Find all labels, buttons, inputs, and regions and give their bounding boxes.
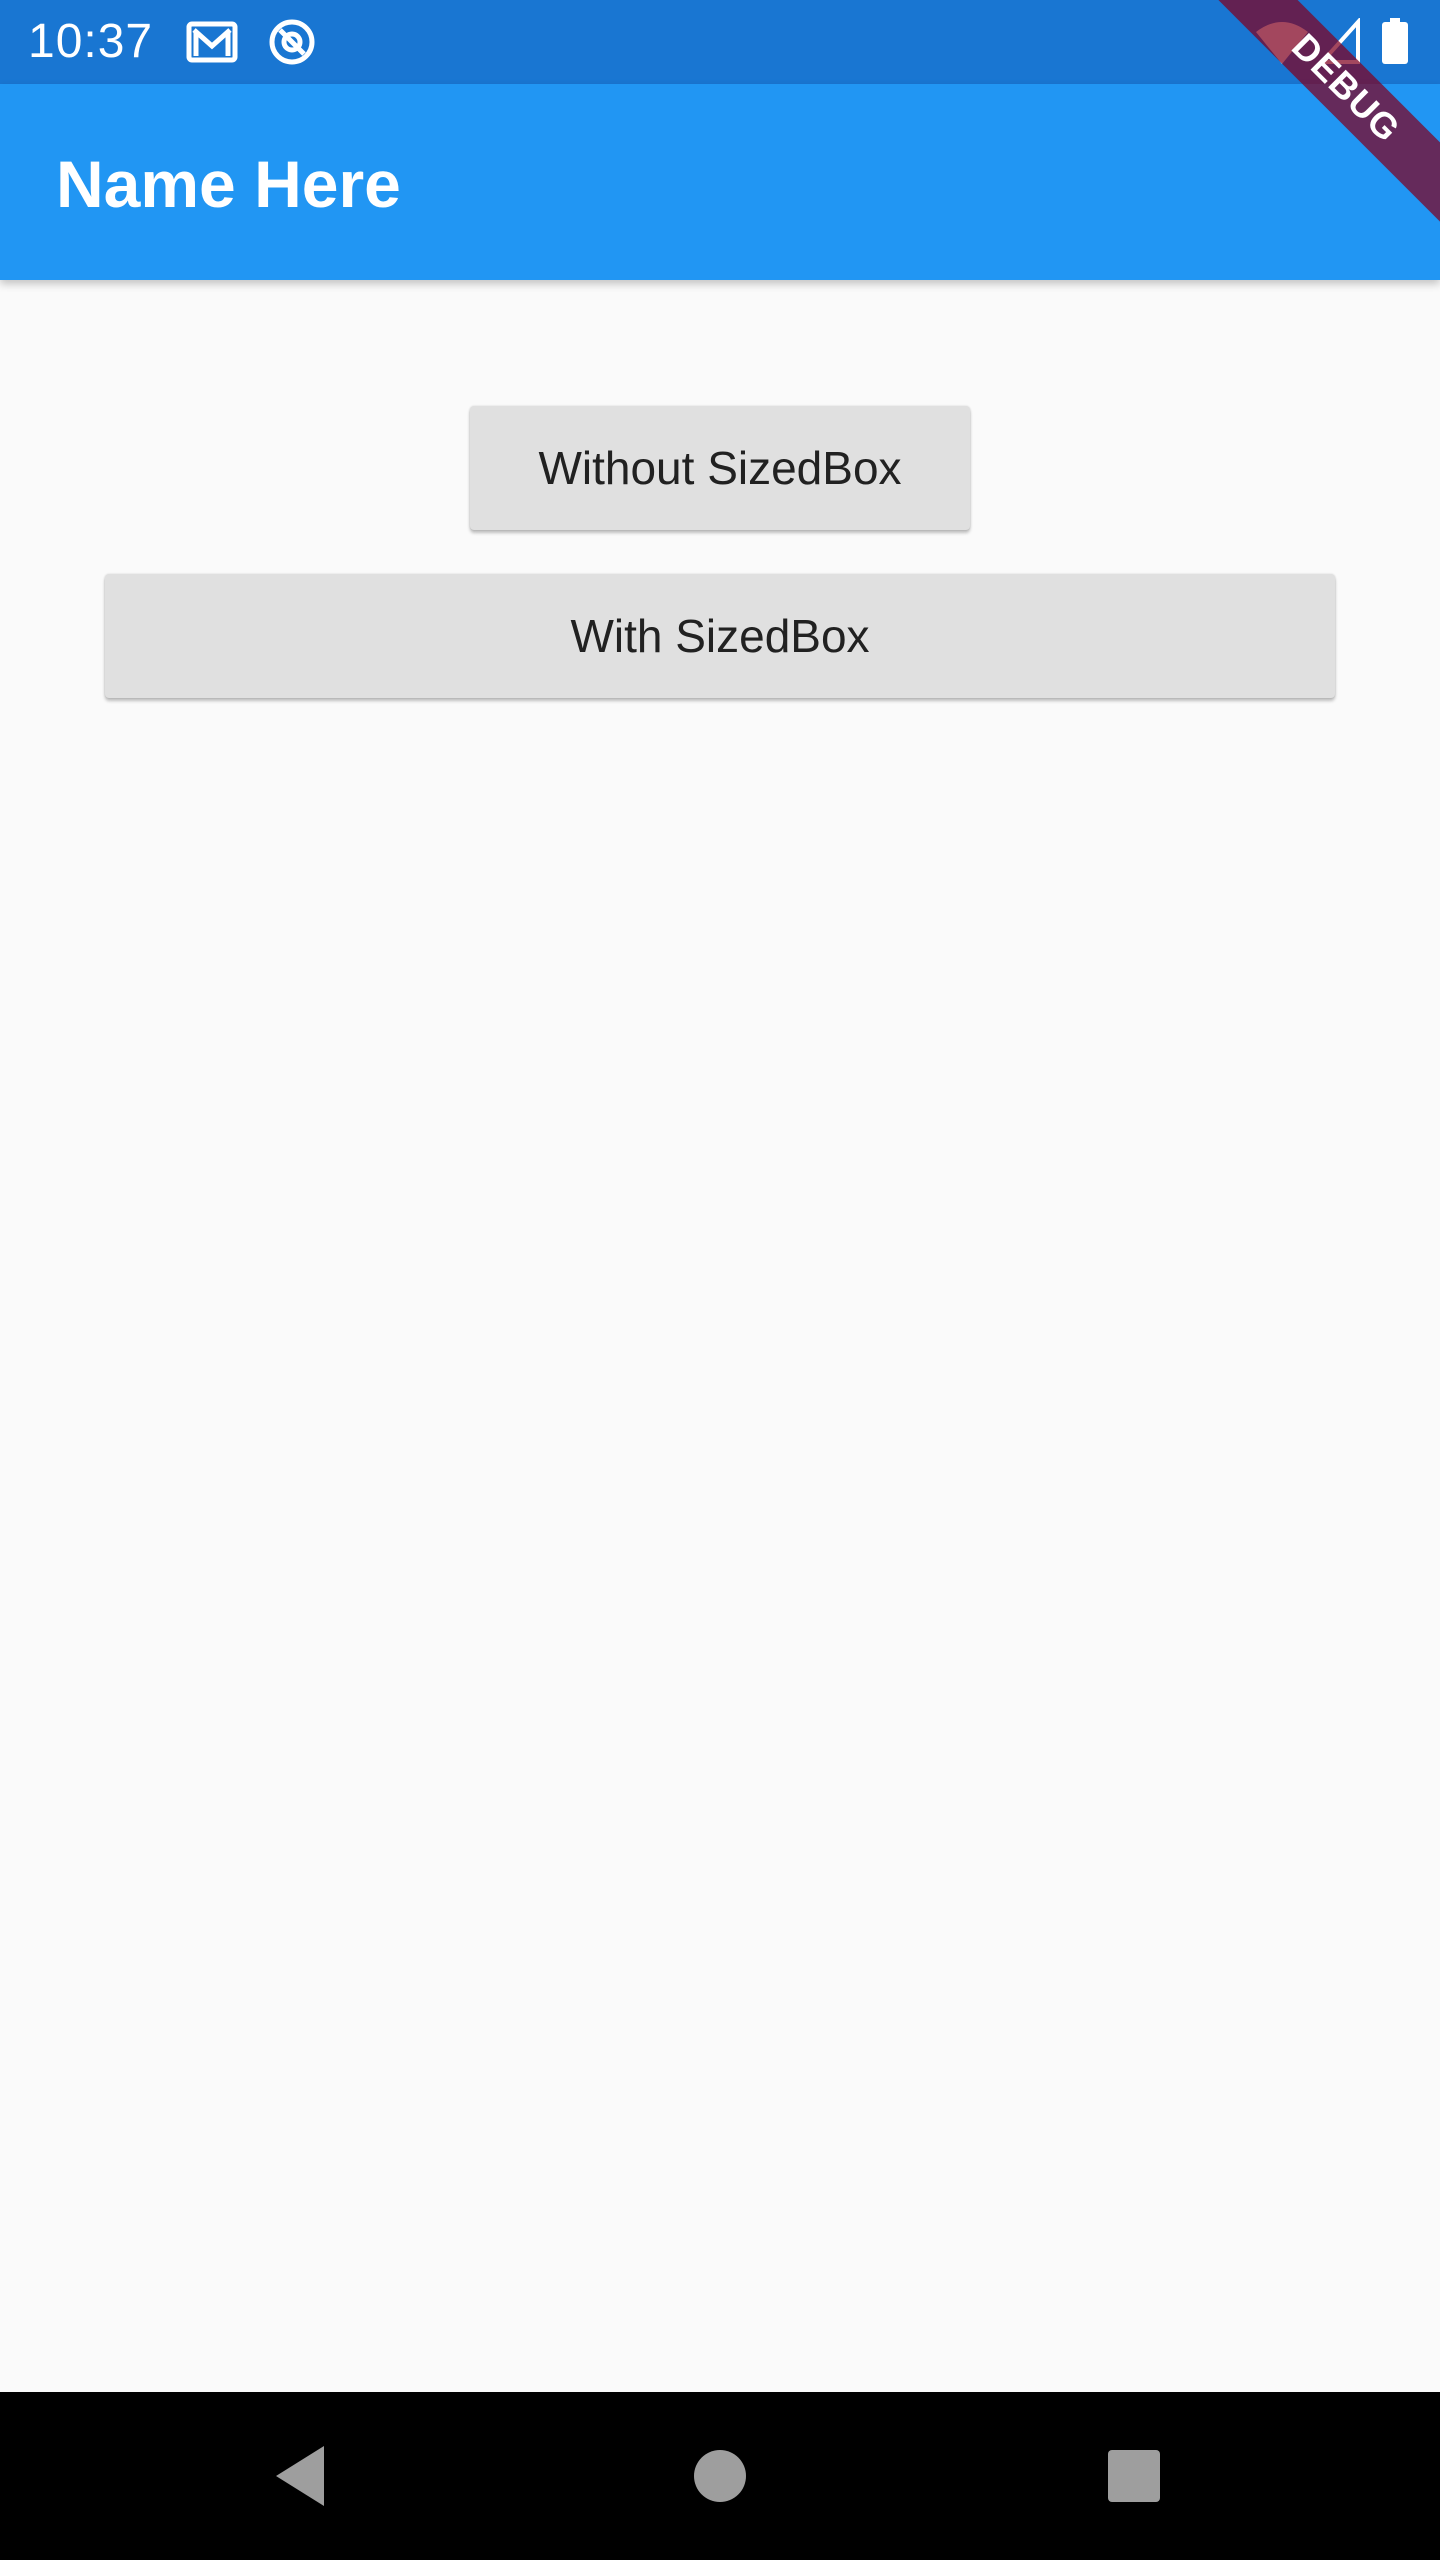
- page-title: Name Here: [56, 147, 401, 221]
- battery-icon: [1380, 18, 1410, 66]
- app-screen: 10:37 Name Here DEBUG Without SizedBox W…: [0, 0, 1440, 2560]
- with-sizedbox-button[interactable]: With SizedBox: [105, 574, 1335, 698]
- navigation-bar: [0, 2392, 1440, 2560]
- back-icon[interactable]: [260, 2436, 340, 2516]
- without-sizedbox-label: Without SizedBox: [538, 442, 902, 494]
- main-content: Without SizedBox With SizedBox: [0, 280, 1440, 2392]
- cell-signal-icon: [1318, 18, 1362, 66]
- gmail-icon: [186, 18, 238, 66]
- recents-icon[interactable]: [1094, 2436, 1174, 2516]
- app-bar: Name Here: [0, 84, 1440, 280]
- with-sizedbox-label: With SizedBox: [570, 610, 870, 662]
- at-sign-icon: [266, 18, 318, 66]
- wifi-icon: [1254, 18, 1310, 66]
- without-sizedbox-button[interactable]: Without SizedBox: [470, 406, 970, 530]
- status-time: 10:37: [28, 15, 154, 68]
- status-bar: 10:37: [0, 0, 1440, 84]
- home-icon[interactable]: [680, 2436, 760, 2516]
